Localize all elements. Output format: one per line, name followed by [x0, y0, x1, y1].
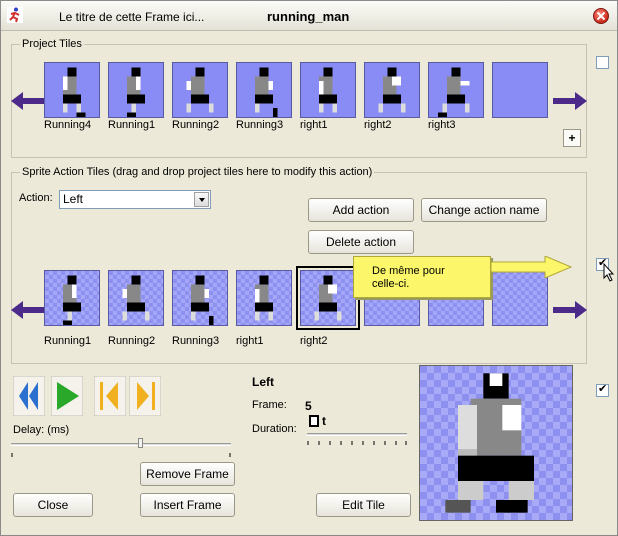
project-tile[interactable]	[44, 62, 100, 118]
tooltip-line: De même pour	[372, 265, 445, 277]
window-title: running_man	[267, 9, 350, 24]
runner-sprite-icon	[314, 275, 342, 321]
action-label: Action:	[19, 192, 53, 204]
tooltip-line: celle-ci.	[372, 278, 410, 290]
project-tile-label: Running1	[108, 119, 156, 131]
runner-sprite-icon	[378, 67, 406, 113]
delete-action-button[interactable]: Delete action	[308, 230, 414, 254]
project-tile-label: Running4	[44, 119, 92, 131]
project-tile-empty[interactable]	[492, 62, 548, 118]
preview-checkbox[interactable]	[596, 382, 609, 397]
edit-tile-button[interactable]: Edit Tile	[316, 493, 411, 517]
project-tile-label: right2	[364, 119, 392, 131]
action-select-value: Left	[63, 192, 84, 206]
action-tile-selected[interactable]	[296, 266, 360, 330]
project-tile-label: right1	[300, 119, 328, 131]
action-tile-label: right2	[300, 335, 328, 347]
mouse-cursor-icon	[603, 263, 615, 282]
runner-preview-icon	[445, 373, 534, 513]
project-tile-label: Running2	[172, 119, 220, 131]
duration-label: Duration:	[252, 423, 297, 435]
action-scroll-left-arrow-icon[interactable]	[11, 301, 45, 319]
duration-slider-ticks	[307, 441, 407, 445]
action-tile-label: Running1	[44, 335, 92, 347]
add-tile-button[interactable]: +	[563, 129, 581, 147]
runner-sprite-icon	[122, 275, 150, 321]
project-tiles-legend: Project Tiles	[22, 38, 82, 50]
window: Le titre de cette Frame ici... running_m…	[0, 0, 618, 536]
project-tiles-checkbox[interactable]	[596, 56, 609, 69]
action-tile[interactable]	[236, 270, 292, 326]
delay-slider-thumb[interactable]	[138, 438, 143, 448]
action-tile[interactable]	[172, 270, 228, 326]
change-action-name-button[interactable]: Change action name	[421, 198, 547, 222]
close-button[interactable]: Close	[13, 493, 93, 517]
runner-sprite-icon	[63, 67, 86, 117]
title-bar: Le titre de cette Frame ici... running_m…	[1, 1, 617, 31]
frame-preview	[419, 365, 573, 521]
project-tile[interactable]	[108, 62, 164, 118]
runner-sprite-icon	[191, 275, 214, 325]
action-scroll-right-arrow-icon[interactable]	[553, 301, 587, 319]
scroll-left-arrow-icon[interactable]	[11, 92, 45, 110]
action-tile-label: right1	[236, 335, 264, 347]
tooltip-arrow-icon	[491, 256, 573, 278]
project-tile[interactable]	[364, 62, 420, 118]
chevron-down-icon[interactable]	[194, 192, 209, 207]
play-icon[interactable]	[51, 376, 83, 416]
window-subtitle: Le titre de cette Frame ici...	[59, 10, 205, 24]
frame-value: 5	[305, 399, 312, 413]
duration-spinner-icon[interactable]	[309, 415, 319, 427]
action-select[interactable]: Left	[59, 190, 211, 209]
project-tile[interactable]	[300, 62, 356, 118]
scroll-right-arrow-icon[interactable]	[553, 92, 587, 110]
close-window-button[interactable]	[593, 8, 609, 24]
runner-sprite-icon	[255, 67, 278, 117]
delay-slider-track[interactable]	[11, 443, 231, 446]
running-man-icon	[7, 7, 23, 23]
current-action-name: Left	[252, 375, 274, 389]
action-tile[interactable]	[44, 270, 100, 326]
project-tile-label: right3	[428, 119, 456, 131]
action-tile[interactable]	[108, 270, 164, 326]
tooltip-callout: De même pour celle-ci.	[353, 256, 491, 298]
sprite-action-legend: Sprite Action Tiles (drag and drop proje…	[22, 166, 373, 178]
step-back-icon[interactable]	[94, 376, 126, 416]
action-tile-label: Running2	[108, 335, 156, 347]
runner-sprite-icon	[63, 275, 81, 325]
frame-label: Frame:	[252, 399, 287, 411]
project-tile[interactable]	[428, 62, 484, 118]
runner-sprite-icon	[186, 67, 214, 113]
action-tile-empty[interactable]	[492, 270, 548, 326]
runner-sprite-icon	[438, 67, 470, 117]
runner-sprite-icon	[127, 67, 145, 117]
duration-slider-track[interactable]	[307, 433, 407, 436]
rewind-icon[interactable]	[13, 376, 45, 416]
project-tile[interactable]	[172, 62, 228, 118]
project-tile[interactable]	[236, 62, 292, 118]
runner-sprite-icon	[319, 67, 337, 113]
step-forward-icon[interactable]	[129, 376, 161, 416]
duration-value: t	[322, 414, 326, 428]
delay-slider-ticks	[11, 453, 231, 457]
project-tile-label: Running3	[236, 119, 284, 131]
remove-frame-button[interactable]: Remove Frame	[140, 462, 235, 486]
runner-sprite-icon	[255, 275, 273, 321]
insert-frame-button[interactable]: Insert Frame	[140, 493, 235, 517]
add-action-button[interactable]: Add action	[308, 198, 414, 222]
action-tile-label: Running3	[172, 335, 220, 347]
delay-label: Delay: (ms)	[13, 424, 70, 436]
